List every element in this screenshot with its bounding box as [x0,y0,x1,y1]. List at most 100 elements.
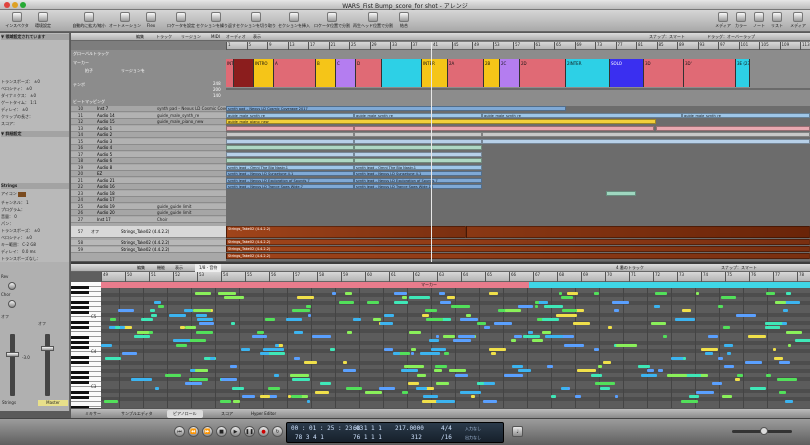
midi-note[interactable] [795,339,810,343]
midi-note[interactable] [671,356,684,360]
black-key[interactable] [71,290,89,294]
midi-note[interactable] [482,399,497,403]
midi-note[interactable] [483,326,490,330]
midi-note[interactable] [736,313,757,317]
track-name[interactable]: Audio 19 [97,204,157,209]
black-key[interactable] [71,340,89,344]
midi-note[interactable] [749,386,767,390]
midi-note[interactable] [269,395,277,399]
marker[interactable]: INTRO [226,59,234,87]
midi-note[interactable] [562,309,578,313]
midi-note[interactable] [723,343,734,347]
track-name[interactable]: Inst 17 [97,217,157,222]
midi-note[interactable] [490,352,496,356]
marker[interactable]: D [356,59,382,87]
rewind-icon[interactable]: ⏪ [188,426,199,437]
midi-note[interactable] [424,309,437,313]
midi-note[interactable] [658,369,663,373]
strings-region[interactable] [466,226,810,238]
midi-note[interactable] [561,296,574,300]
marker[interactable]: INTRO [254,59,274,87]
midi-note[interactable] [232,399,241,403]
region[interactable]: synth lead – Nexus LD Trance Saws Wide.1… [354,184,482,189]
join-button[interactable]: 結合 [396,11,412,31]
midi-note[interactable] [218,292,237,295]
midi-note[interactable] [164,373,182,377]
region-area[interactable]: synth pad – Nexus LD Cosmic Coverage 201… [226,106,810,261]
advanced-header[interactable]: ▼ 詳細設定 [1,131,69,137]
right-locator[interactable]: 76 1 1 1 [353,434,382,441]
midi-note[interactable] [346,386,363,390]
region-params-header[interactable]: ▼ 領域設定されています [1,34,69,40]
midi-note[interactable] [291,309,310,313]
notes-button[interactable]: ノート [750,11,768,31]
midi-note[interactable] [594,347,599,351]
track-name[interactable]: Audio 8 [97,165,157,170]
volume-fader[interactable] [6,352,19,357]
editor-menu-functions[interactable]: 機能 [157,264,165,272]
menu-edit[interactable]: 編集 [136,33,144,41]
midi-note[interactable] [155,386,160,390]
region[interactable] [354,158,482,163]
midi-note[interactable] [379,322,394,326]
midi-note[interactable] [184,309,193,313]
tab-hyper-editor[interactable]: Hyper Editor [245,410,282,418]
midi-note[interactable] [748,335,767,338]
midi-note[interactable] [260,395,270,399]
midi-note[interactable] [193,309,211,313]
midi-note[interactable] [393,292,408,295]
midi-note[interactable] [778,390,786,394]
midi-note[interactable] [682,309,692,313]
midi-note[interactable] [384,313,395,317]
marker[interactable]: 3E (23 T [736,59,750,87]
piano-keyboard[interactable]: C5 C4 C3 [71,282,101,414]
midi-note[interactable] [314,390,329,394]
midi-note[interactable] [168,313,187,317]
midi-note[interactable] [274,343,279,347]
region[interactable]: synth pad – Nexus LD Cosmic Coverage 201… [226,106,566,111]
midi-note[interactable] [231,322,235,326]
region[interactable]: guide_male_synth_re [682,112,810,118]
midi-note[interactable] [444,352,450,356]
marker[interactable] [234,59,254,87]
track-name[interactable]: Audio 18 [97,191,157,196]
strings-region[interactable]: Strings_Take02 (4.4.2.2) [226,253,810,259]
set-locators-button[interactable]: ロケータを設定 [166,11,196,31]
midi-note[interactable] [306,304,312,308]
track-name[interactable]: Audio 17 [97,197,157,202]
region[interactable] [226,125,354,131]
midi-note[interactable] [722,326,731,330]
track-name[interactable]: Audio 15 [97,119,157,124]
midi-note[interactable] [711,382,722,386]
tab-piano-roll[interactable]: ピアノロール [167,410,203,418]
midi-note[interactable] [367,300,380,304]
midi-note[interactable] [717,304,723,308]
midi-note[interactable] [220,399,232,403]
region[interactable]: synth lead – Nexus LD Exploration of Sou… [354,177,482,183]
tab-mixer[interactable]: ミキサー [79,410,107,418]
region[interactable] [226,151,354,157]
time-signature[interactable]: 4/4 [441,425,452,432]
midi-note[interactable] [422,395,438,399]
region[interactable] [606,190,636,196]
midi-note[interactable] [460,390,481,394]
midi-note[interactable] [199,322,214,326]
midi-note[interactable] [440,300,452,304]
track-name-header[interactable]: Strings [1,183,69,189]
master-fader[interactable] [41,346,54,351]
media-button[interactable]: メディア [714,11,732,31]
black-key[interactable] [71,320,89,324]
black-key[interactable] [71,390,89,394]
midi-note[interactable] [641,373,657,377]
marker[interactable]: SOLO [610,59,644,87]
midi-note[interactable] [574,395,582,399]
tab-score[interactable]: スコア [215,410,239,418]
midi-note[interactable] [196,313,208,317]
midi-note[interactable] [566,292,579,295]
midi-note[interactable] [435,399,455,403]
media-browser-button[interactable]: メディア [788,11,808,31]
midi-note[interactable] [667,373,687,377]
midi-note[interactable] [528,330,533,334]
midi-note[interactable] [220,378,238,381]
midi-note[interactable] [724,365,734,369]
